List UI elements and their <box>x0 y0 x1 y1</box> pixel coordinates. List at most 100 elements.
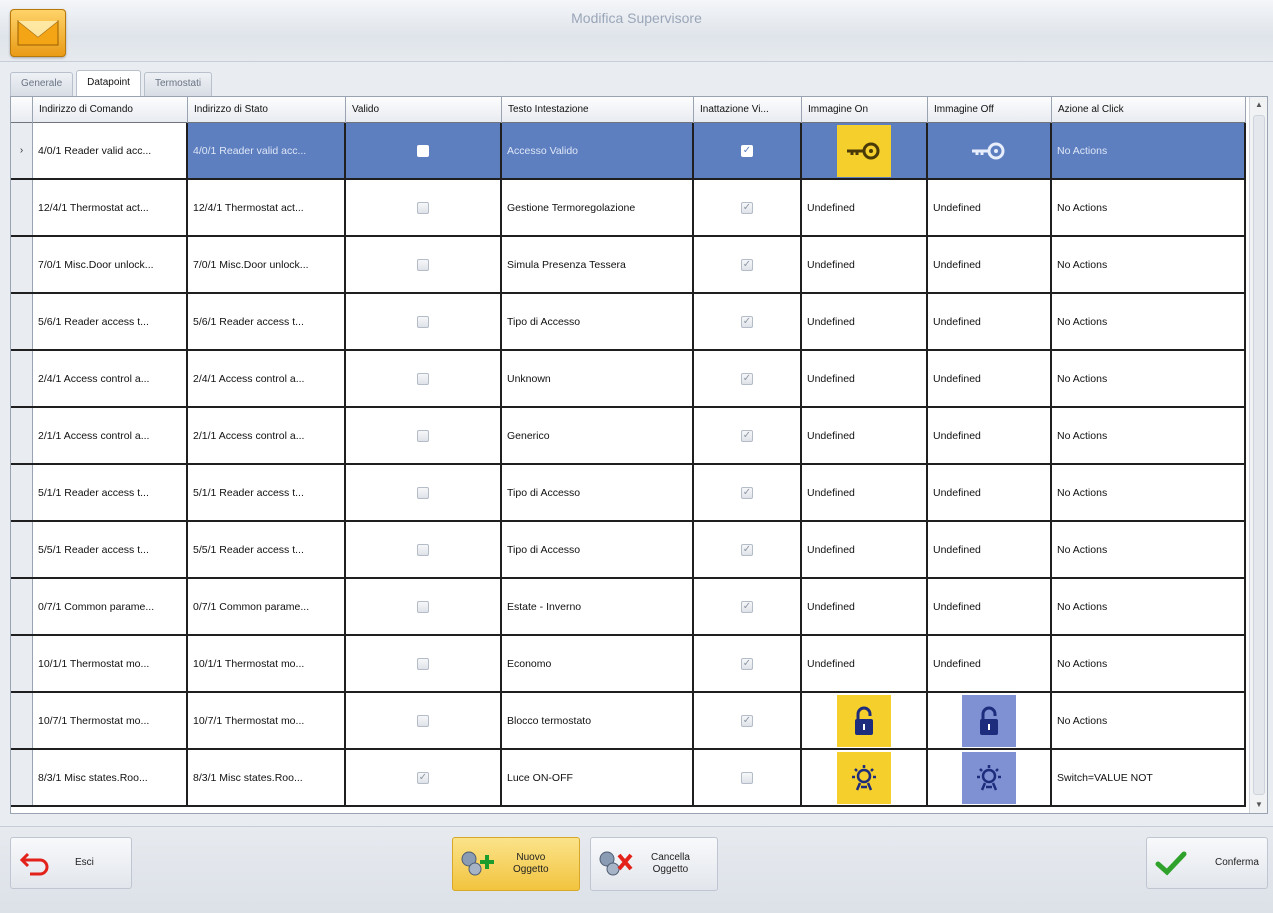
cell-inattazione[interactable]: ✓ <box>694 351 802 406</box>
inattazione-checkbox[interactable]: ✓ <box>741 657 753 670</box>
valid-checkbox[interactable] <box>417 315 429 328</box>
cell-valid[interactable] <box>346 465 502 520</box>
row-selector[interactable] <box>11 465 33 520</box>
exit-button[interactable]: Esci <box>10 837 132 889</box>
table-row[interactable]: 0/7/1 Common parame... 0/7/1 Common param… <box>11 579 1246 636</box>
cell-command-address[interactable]: 12/4/1 Thermostat act... <box>33 180 188 235</box>
valid-checkbox[interactable] <box>417 144 429 157</box>
cell-image-off[interactable] <box>928 123 1052 178</box>
cell-header-text[interactable]: Tipo di Accesso <box>502 294 694 349</box>
valid-checkbox[interactable] <box>417 201 429 214</box>
table-row[interactable]: 5/6/1 Reader access t... 5/6/1 Reader acc… <box>11 294 1246 351</box>
table-row[interactable]: 8/3/1 Misc states.Roo... 8/3/1 Misc state… <box>11 750 1246 807</box>
cell-click-action[interactable]: No Actions <box>1052 294 1246 349</box>
cell-click-action[interactable]: No Actions <box>1052 408 1246 463</box>
cell-inattazione[interactable]: ✓ <box>694 237 802 292</box>
valid-checkbox[interactable] <box>417 429 429 442</box>
cell-inattazione[interactable]: ✓ <box>694 693 802 748</box>
cell-command-address[interactable]: 5/6/1 Reader access t... <box>33 294 188 349</box>
cell-image-off[interactable]: Undefined <box>928 579 1052 634</box>
inattazione-checkbox[interactable]: ✓ <box>741 714 753 727</box>
valid-checkbox[interactable] <box>417 543 429 556</box>
cell-inattazione[interactable] <box>694 750 802 805</box>
column-header-command-address[interactable]: Indirizzo di Comando <box>33 97 188 123</box>
inattazione-checkbox[interactable]: ✓ <box>741 600 753 613</box>
cell-valid[interactable] <box>346 180 502 235</box>
cell-image-off[interactable]: Undefined <box>928 180 1052 235</box>
table-row[interactable]: 2/4/1 Access control a... 2/4/1 Access co… <box>11 351 1246 408</box>
confirm-button[interactable]: Conferma <box>1146 837 1268 889</box>
row-selector[interactable] <box>11 408 33 463</box>
cell-image-on[interactable] <box>802 123 928 178</box>
cell-click-action[interactable]: No Actions <box>1052 693 1246 748</box>
cell-header-text[interactable]: Economo <box>502 636 694 691</box>
table-row[interactable]: 5/5/1 Reader access t... 5/5/1 Reader acc… <box>11 522 1246 579</box>
table-row[interactable]: 10/1/1 Thermostat mo... 10/1/1 Thermostat… <box>11 636 1246 693</box>
cell-header-text[interactable]: Accesso Valido <box>502 123 694 178</box>
column-header-state-address[interactable]: Indirizzo di Stato <box>188 97 346 123</box>
cell-inattazione[interactable]: ✓ <box>694 180 802 235</box>
inattazione-checkbox[interactable]: ✓ <box>741 144 753 157</box>
row-selector[interactable] <box>11 693 33 748</box>
cell-image-on[interactable] <box>802 750 928 805</box>
cell-state-address[interactable]: 5/6/1 Reader access t... <box>188 294 346 349</box>
cell-header-text[interactable]: Tipo di Accesso <box>502 522 694 577</box>
cell-inattazione[interactable]: ✓ <box>694 123 802 178</box>
cell-valid[interactable] <box>346 522 502 577</box>
row-selector[interactable] <box>11 636 33 691</box>
cell-valid[interactable] <box>346 237 502 292</box>
inattazione-checkbox[interactable]: ✓ <box>741 486 753 499</box>
column-header-inattazione[interactable]: Inattazione Vi... <box>694 97 802 123</box>
cell-image-off[interactable] <box>928 750 1052 805</box>
cell-image-off[interactable]: Undefined <box>928 408 1052 463</box>
cell-inattazione[interactable]: ✓ <box>694 294 802 349</box>
tab-generale[interactable]: Generale <box>10 72 74 96</box>
cell-command-address[interactable]: 5/5/1 Reader access t... <box>33 522 188 577</box>
table-row[interactable]: 10/7/1 Thermostat mo... 10/7/1 Thermostat… <box>11 693 1246 750</box>
cell-command-address[interactable]: 0/7/1 Common parame... <box>33 579 188 634</box>
valid-checkbox[interactable] <box>417 714 429 727</box>
scroll-up-icon[interactable]: ▲ <box>1250 97 1267 113</box>
cell-valid[interactable] <box>346 408 502 463</box>
cell-click-action[interactable]: No Actions <box>1052 522 1246 577</box>
cell-image-on[interactable]: Undefined <box>802 294 928 349</box>
cell-state-address[interactable]: 8/3/1 Misc states.Roo... <box>188 750 346 805</box>
column-header-valid[interactable]: Valido <box>346 97 502 123</box>
cell-valid[interactable] <box>346 123 502 178</box>
valid-checkbox[interactable] <box>417 258 429 271</box>
cell-image-off[interactable]: Undefined <box>928 237 1052 292</box>
cell-header-text[interactable]: Unknown <box>502 351 694 406</box>
valid-checkbox[interactable] <box>417 486 429 499</box>
cell-state-address[interactable]: 12/4/1 Thermostat act... <box>188 180 346 235</box>
cell-command-address[interactable]: 7/0/1 Misc.Door unlock... <box>33 237 188 292</box>
cell-header-text[interactable]: Simula Presenza Tessera <box>502 237 694 292</box>
cell-image-off[interactable]: Undefined <box>928 522 1052 577</box>
cell-image-on[interactable]: Undefined <box>802 579 928 634</box>
table-row[interactable]: 12/4/1 Thermostat act... 12/4/1 Thermosta… <box>11 180 1246 237</box>
cell-command-address[interactable]: 5/1/1 Reader access t... <box>33 465 188 520</box>
inattazione-checkbox[interactable]: ✓ <box>741 258 753 271</box>
cell-header-text[interactable]: Luce ON-OFF <box>502 750 694 805</box>
cell-state-address[interactable]: 5/5/1 Reader access t... <box>188 522 346 577</box>
row-selector[interactable] <box>11 294 33 349</box>
inattazione-checkbox[interactable]: ✓ <box>741 201 753 214</box>
cell-image-on[interactable]: Undefined <box>802 522 928 577</box>
cell-image-on[interactable]: Undefined <box>802 237 928 292</box>
cell-valid[interactable] <box>346 351 502 406</box>
cell-header-text[interactable]: Blocco termostato <box>502 693 694 748</box>
row-selector[interactable] <box>11 351 33 406</box>
row-selector[interactable]: › <box>11 123 33 178</box>
cell-state-address[interactable]: 10/1/1 Thermostat mo... <box>188 636 346 691</box>
cell-valid[interactable] <box>346 579 502 634</box>
vertical-scrollbar[interactable]: ▲ ▼ <box>1249 97 1267 813</box>
cell-click-action[interactable]: No Actions <box>1052 351 1246 406</box>
cell-command-address[interactable]: 10/1/1 Thermostat mo... <box>33 636 188 691</box>
inattazione-checkbox[interactable]: ✓ <box>741 543 753 556</box>
cell-click-action[interactable]: No Actions <box>1052 579 1246 634</box>
cell-click-action[interactable]: No Actions <box>1052 636 1246 691</box>
cell-image-off[interactable] <box>928 693 1052 748</box>
row-selector[interactable] <box>11 237 33 292</box>
cell-click-action[interactable]: No Actions <box>1052 123 1246 178</box>
cell-header-text[interactable]: Generico <box>502 408 694 463</box>
cell-image-off[interactable]: Undefined <box>928 465 1052 520</box>
